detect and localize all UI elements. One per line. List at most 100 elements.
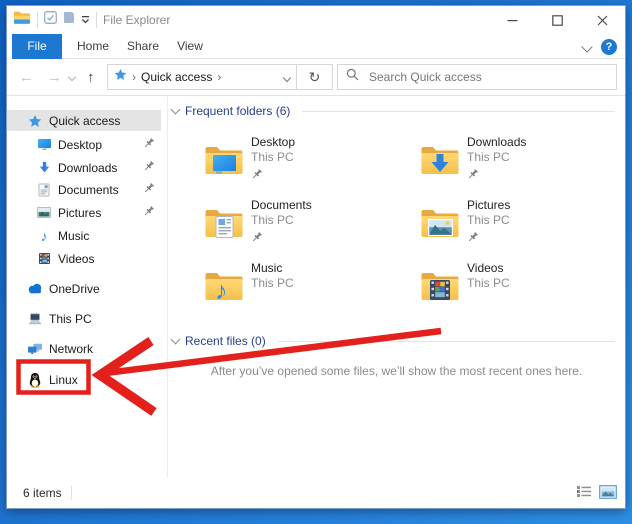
documents-icon: [36, 182, 52, 198]
collapse-group-icon[interactable]: [171, 335, 181, 345]
sidebar-item-network[interactable]: Network: [7, 338, 161, 359]
folder-tile-music[interactable]: ♪ Music This PC: [204, 261, 414, 317]
folder-tile-videos[interactable]: Videos This PC: [420, 261, 630, 317]
sidebar-item-videos[interactable]: Videos: [7, 248, 161, 269]
toolbar-separator: [37, 12, 38, 28]
window-title: File Explorer: [103, 13, 170, 27]
tab-file[interactable]: File: [12, 34, 62, 59]
folder-desktop-icon: [204, 143, 244, 176]
pin-icon: [143, 183, 155, 195]
desktop-background: File Explorer File Home Share View: [0, 0, 632, 524]
sidebar-item-quick-access[interactable]: Quick access: [7, 110, 161, 131]
forward-icon[interactable]: →: [47, 59, 62, 95]
sidebar-item-documents[interactable]: Documents: [7, 179, 161, 200]
search-input[interactable]: [367, 69, 608, 85]
sidebar-item-pictures[interactable]: Pictures: [7, 202, 161, 223]
this-pc-icon: [27, 311, 43, 327]
refresh-button[interactable]: ↻: [297, 64, 333, 90]
pin-icon: [251, 168, 263, 180]
folder-view: Frequent folders (6) Desktop This PC: [167, 96, 625, 478]
folder-tile-pictures[interactable]: Pictures This PC: [420, 198, 630, 254]
svg-text:♪: ♪: [215, 277, 228, 302]
sidebar-item-music[interactable]: ♪ Music: [7, 225, 161, 246]
window-controls: [490, 6, 625, 34]
sidebar-item-label: Network: [49, 342, 93, 356]
collapse-group-icon[interactable]: [171, 105, 181, 115]
help-icon[interactable]: ?: [601, 39, 617, 55]
large-icons-view-icon[interactable]: [599, 485, 617, 504]
tab-home[interactable]: Home: [68, 34, 118, 59]
pin-icon: [143, 206, 155, 218]
content-area: Quick access Desktop Downloads: [7, 96, 625, 478]
sidebar-item-label: Music: [58, 229, 89, 243]
ribbon-tab-row: File Home Share View ?: [7, 34, 625, 59]
sidebar-item-this-pc[interactable]: This PC: [7, 308, 161, 329]
sidebar-item-label: Documents: [58, 183, 119, 197]
ribbon-collapse-icon[interactable]: [583, 38, 591, 56]
folder-downloads-icon: [420, 143, 460, 176]
address-dropdown-icon[interactable]: [284, 68, 290, 86]
quick-access-star-icon: [27, 113, 43, 129]
address-box[interactable]: › Quick access ›: [107, 64, 297, 90]
tab-view[interactable]: View: [168, 34, 212, 59]
sidebar-item-label: This PC: [49, 312, 92, 326]
sidebar-item-linux[interactable]: Linux: [7, 369, 161, 390]
maximize-button[interactable]: [535, 6, 580, 34]
title-bar: File Explorer: [7, 6, 625, 34]
back-icon[interactable]: ←: [19, 59, 34, 95]
header-rule: [278, 341, 615, 342]
search-icon: [346, 68, 359, 86]
folder-videos-icon: [420, 269, 460, 302]
header-rule: [302, 111, 615, 112]
file-explorer-icon: [13, 10, 31, 30]
pin-icon: [143, 161, 155, 173]
videos-icon: [36, 251, 52, 267]
sidebar-item-label: Downloads: [58, 161, 117, 175]
onedrive-cloud-icon: [27, 281, 43, 297]
quick-access-toolbar: File Explorer: [13, 6, 170, 34]
folder-music-icon: ♪: [204, 269, 244, 302]
sidebar-item-label: Videos: [58, 252, 94, 266]
quick-access-star-icon: [114, 68, 127, 86]
minimize-button[interactable]: [490, 6, 535, 34]
pin-icon: [467, 231, 479, 243]
properties-check-icon[interactable]: [44, 11, 57, 29]
folder-documents-icon: [204, 206, 244, 239]
folder-tile-downloads[interactable]: Downloads This PC: [420, 135, 630, 191]
folder-tile-documents[interactable]: Documents This PC: [204, 198, 414, 254]
search-box[interactable]: [337, 64, 617, 90]
breadcrumb-location[interactable]: Quick access: [141, 70, 212, 84]
sidebar-item-label: OneDrive: [49, 282, 100, 296]
network-icon: [27, 341, 43, 357]
frequent-folders-header[interactable]: Frequent folders (6): [172, 104, 615, 118]
recent-files-empty-message: After you’ve opened some files, we’ll sh…: [168, 364, 625, 378]
sidebar-item-label: Desktop: [58, 138, 102, 152]
tab-share[interactable]: Share: [118, 34, 168, 59]
recent-locations-icon[interactable]: [69, 59, 75, 95]
pictures-icon: [36, 205, 52, 221]
breadcrumb-separator: ›: [132, 70, 136, 84]
status-bar: 6 items: [7, 478, 625, 508]
sidebar-item-label: Linux: [49, 373, 78, 387]
sidebar-item-label: Pictures: [58, 206, 101, 220]
pin-icon: [251, 231, 263, 243]
breadcrumb-separator[interactable]: ›: [217, 70, 221, 84]
sidebar-item-desktop[interactable]: Desktop: [7, 134, 161, 155]
file-explorer-window: File Explorer File Home Share View: [6, 5, 626, 509]
sidebar-item-onedrive[interactable]: OneDrive: [7, 278, 161, 299]
folder-tile-desktop[interactable]: Desktop This PC: [204, 135, 414, 191]
toolbar-separator: [96, 12, 97, 28]
item-count: 6 items: [23, 478, 62, 508]
details-view-icon[interactable]: [576, 485, 592, 504]
new-folder-icon[interactable]: [63, 11, 75, 29]
customize-toolbar-icon[interactable]: [81, 11, 90, 29]
navigation-pane: Quick access Desktop Downloads: [7, 96, 161, 478]
pin-icon: [143, 138, 155, 150]
downloads-icon: [36, 160, 52, 176]
sidebar-item-downloads[interactable]: Downloads: [7, 157, 161, 178]
address-bar: ← → ↑ › Quick access › ↻: [7, 59, 625, 96]
recent-files-header[interactable]: Recent files (0): [172, 334, 615, 348]
up-icon[interactable]: ↑: [87, 59, 95, 95]
close-button[interactable]: [580, 6, 625, 34]
statusbar-separator: [71, 486, 72, 500]
